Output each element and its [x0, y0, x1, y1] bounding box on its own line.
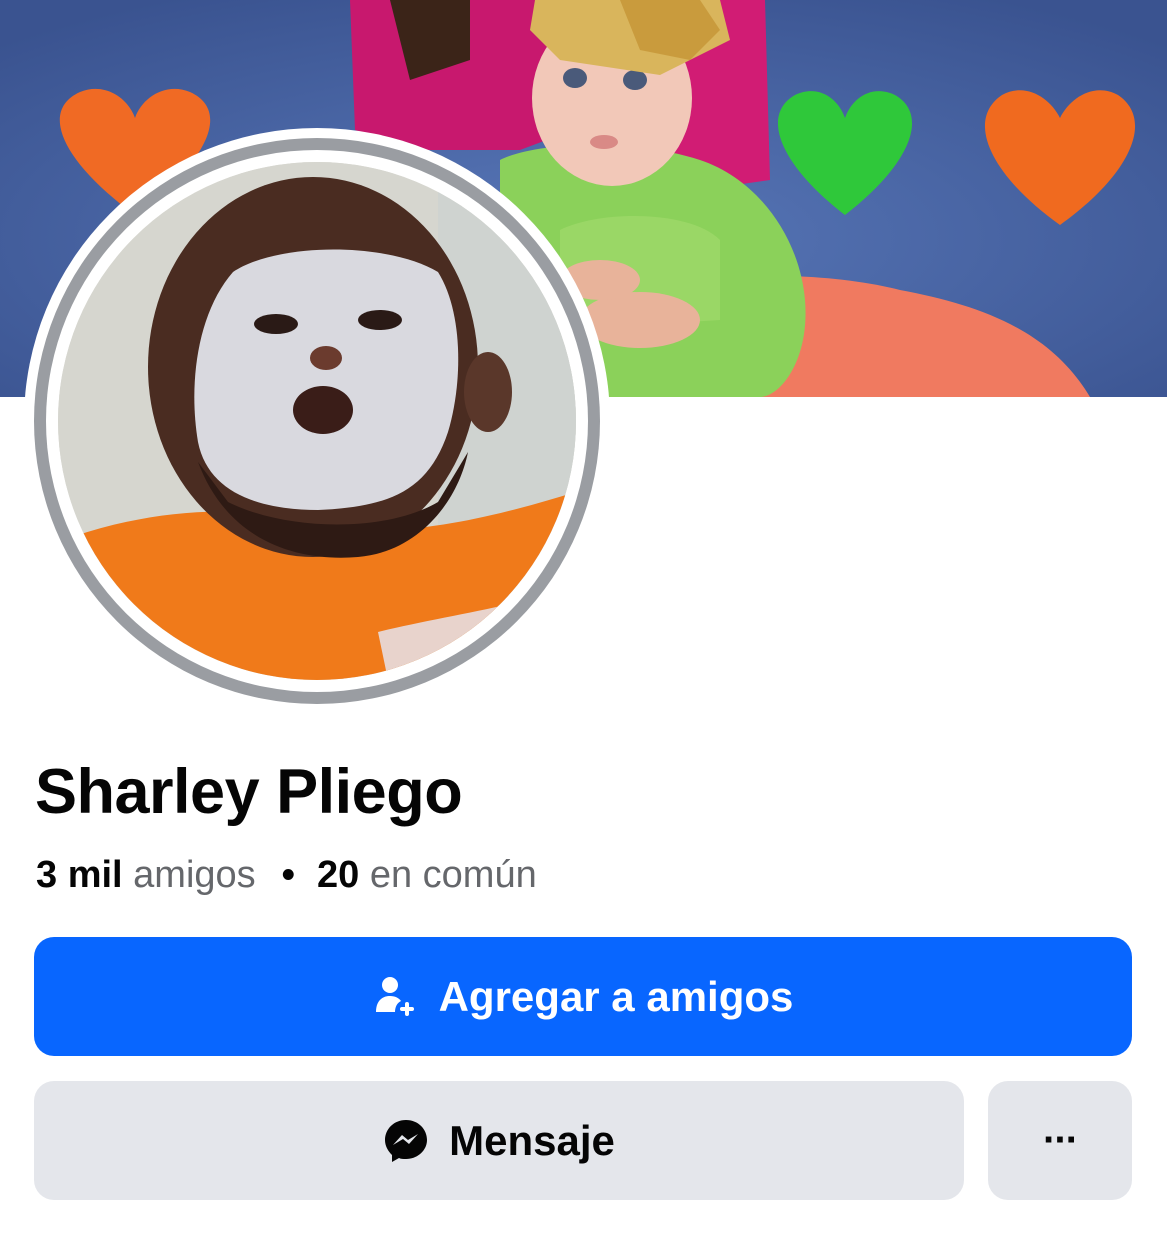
- friends-label[interactable]: amigos: [133, 854, 256, 896]
- friends-count[interactable]: 3 mil: [36, 854, 123, 896]
- message-button[interactable]: Mensaje: [34, 1081, 964, 1200]
- profile-page: Sharley Pliego 3 mil amigos • 20 en común …: [0, 0, 1167, 1248]
- profile-name: Sharley Pliego: [35, 757, 463, 827]
- more-options-button[interactable]: ···: [988, 1081, 1132, 1200]
- profile-avatar[interactable]: [24, 128, 610, 714]
- add-friend-button[interactable]: Agregar a amigos: [34, 937, 1132, 1056]
- mutual-friends-label[interactable]: en común: [370, 854, 537, 896]
- add-friend-label: Agregar a amigos: [438, 972, 794, 1020]
- messenger-icon: [383, 1118, 429, 1164]
- add-person-icon: [373, 974, 419, 1020]
- message-label: Mensaje: [449, 1116, 615, 1164]
- profile-stats: 3 mil amigos • 20 en común: [36, 852, 537, 898]
- more-options-icon: ···: [1043, 1118, 1079, 1162]
- mutual-friends-count[interactable]: 20: [317, 854, 359, 896]
- stats-separator: •: [281, 854, 295, 896]
- profile-picture: [58, 162, 576, 680]
